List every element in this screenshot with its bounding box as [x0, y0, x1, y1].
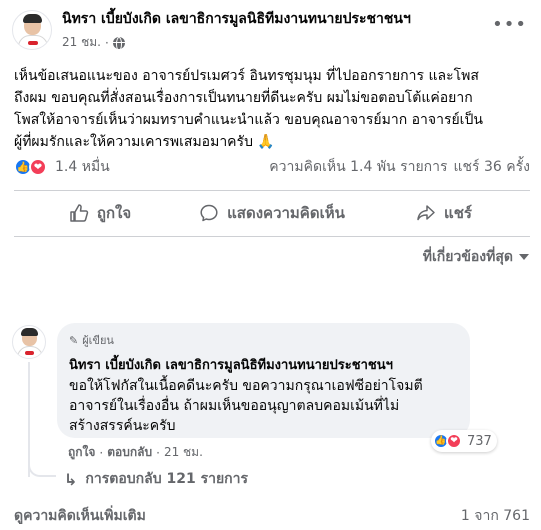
- comments-footer: ดูความคิดเห็นเพิ่มเติม 1 จาก 761: [14, 505, 530, 527]
- post-body-line: ถึงผม ขอบคุณที่สั่งสอนเรื่องการเป็นทนายท…: [14, 90, 473, 106]
- separator-dot: ·: [156, 445, 160, 460]
- comment-text-line: สร้างสรรค์นะครับ: [69, 418, 176, 434]
- comment-bubble-icon: [200, 204, 218, 222]
- thumbs-up-icon: [70, 204, 89, 222]
- globe-icon[interactable]: [112, 36, 125, 51]
- comments-page-count: 1 จาก 761: [460, 508, 530, 524]
- like-label: ถูกใจ: [96, 204, 132, 222]
- comment-sort-dropdown[interactable]: ที่เกี่ยวข้องที่สุด: [423, 246, 529, 268]
- separator-dot: ·: [99, 445, 104, 460]
- caret-down-icon: [519, 254, 529, 260]
- sort-label: ที่เกี่ยวข้องที่สุด: [422, 249, 513, 265]
- divider: [14, 236, 530, 237]
- comment-reactions[interactable]: 👍 ❤ 737: [431, 430, 497, 452]
- share-label: แชร์: [444, 204, 472, 222]
- post-body-line: โพสให้อาจารย์เห็นว่าผมทราบคำแนะนำแล้ว ขอ…: [14, 112, 483, 128]
- divider: [14, 190, 530, 191]
- thread-connector: [28, 455, 56, 477]
- engagement-stats: 👍 ❤ 1.4 หมื่น ความคิดเห็น 1.4 พัน รายการ…: [14, 155, 530, 179]
- comment-label: แสดงความคิดเห็น: [227, 204, 345, 222]
- post-author-name[interactable]: นิทรา เบี้ยบังเกิด เลขาธิการมูลนิธิทีมงา…: [62, 8, 411, 30]
- reply-arrow-icon: ↳: [64, 469, 78, 489]
- comment-button[interactable]: แสดงความคิดเห็น: [186, 196, 358, 230]
- share-button[interactable]: แชร์: [358, 196, 530, 230]
- like-button[interactable]: ถูกใจ: [14, 196, 186, 230]
- view-replies-button[interactable]: ↳ การตอบกลับ 121 รายการ: [64, 468, 248, 490]
- comment-text: ขอให้โฟกัสในเนื้อคดีนะครับ ขอความกรุณาเอ…: [69, 376, 458, 436]
- love-reaction-icon: ❤: [29, 158, 47, 176]
- separator-dot: ·: [104, 35, 109, 50]
- comment-bubble: ✎ ผู้เขียน นิทรา เบี้ยบังเกิด เลขาธิการม…: [57, 323, 470, 438]
- pen-icon: ✎: [69, 333, 79, 347]
- author-avatar[interactable]: [12, 10, 52, 50]
- post-action-bar: ถูกใจ แสดงความคิดเห็น แชร์: [14, 196, 530, 230]
- comment-like-button[interactable]: ถูกใจ: [68, 443, 95, 462]
- comment-count[interactable]: ความคิดเห็น 1.4 พัน รายการ: [269, 156, 447, 178]
- reaction-count[interactable]: 1.4 หมื่น: [55, 156, 110, 178]
- comment-author-name[interactable]: นิทรา เบี้ยบังเกิด เลขาธิการมูลนิธิทีมงา…: [69, 354, 458, 375]
- replies-label: การตอบกลับ 121 รายการ: [85, 471, 249, 487]
- post-body-line: ผู้ที่ผมรักและให้ความเคารพเสมอมาครับ 🙏: [14, 134, 275, 150]
- commenter-avatar[interactable]: [12, 325, 46, 359]
- post-body: เห็นข้อเสนอแนะของ อาจารย์ปรเมศวร์ อินทรช…: [14, 65, 530, 153]
- post-header: นิทรา เบี้ยบังเกิด เลขาธิการมูลนิธิทีมงา…: [12, 8, 411, 52]
- post-body-line: เห็นข้อเสนอแนะของ อาจารย์ปรเมศวร์ อินทรช…: [14, 68, 479, 84]
- reaction-icons[interactable]: 👍 ❤: [14, 158, 47, 176]
- love-reaction-icon: ❤: [446, 433, 462, 449]
- share-count[interactable]: แชร์ 36 ครั้ง: [454, 156, 530, 178]
- author-badge: ✎ ผู้เขียน: [69, 331, 458, 349]
- more-options-icon[interactable]: •••: [492, 16, 527, 34]
- post-timestamp[interactable]: 21 ชม.: [62, 33, 101, 52]
- comment-reaction-count: 737: [467, 433, 492, 449]
- comment-timestamp[interactable]: 21 ชม.: [164, 443, 203, 462]
- comment-text-line: ขอให้โฟกัสในเนื้อคดีนะครับ ขอความกรุณาเอ…: [69, 378, 423, 394]
- share-arrow-icon: [417, 205, 435, 221]
- author-badge-label: ผู้เขียน: [82, 334, 114, 347]
- comment-actions: ถูกใจ · ตอบกลับ · 21 ชม.: [68, 443, 203, 462]
- view-more-comments-link[interactable]: ดูความคิดเห็นเพิ่มเติม: [14, 505, 146, 527]
- comment-reply-button[interactable]: ตอบกลับ: [107, 443, 152, 462]
- comment-text-line: อาจารย์ในเรื่องอื่น ถ้าผมเห็นขออนุญาตลบค…: [69, 398, 400, 414]
